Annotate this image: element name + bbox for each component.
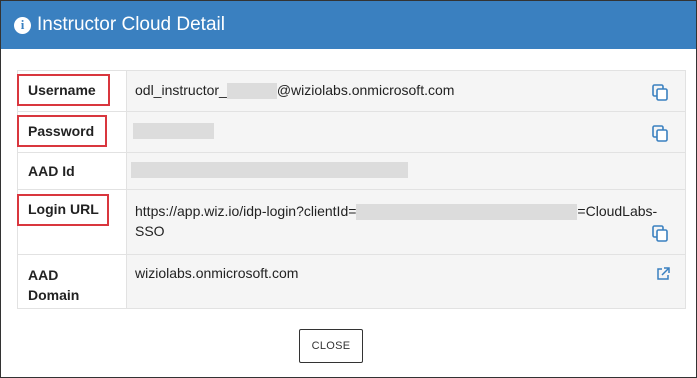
value-cell: wiziolabs.onmicrosoft.com: [126, 254, 686, 309]
label-cell: AAD Id: [17, 152, 127, 190]
username-value[interactable]: odl_instructor_ @wiziolabs.onmicrosoft.co…: [135, 82, 455, 100]
info-icon: i: [14, 16, 31, 34]
redacted-password: [133, 123, 214, 139]
highlight-box-password: [17, 115, 107, 147]
table-row-password: Password: [17, 111, 686, 153]
aad-id-label: AAD Id: [28, 163, 75, 179]
value-cell: https://app.wiz.io/idp-login?clientId= =C…: [126, 189, 686, 255]
highlight-box-login-url: [17, 194, 109, 226]
redacted-client-id: [356, 204, 578, 221]
table-row-username: Username odl_instructor_ @wiziolabs.onmic…: [17, 70, 686, 112]
value-cell: [126, 152, 686, 190]
copy-icon[interactable]: [652, 84, 670, 102]
external-link-icon[interactable]: [656, 267, 670, 281]
login-url-line2: SSO: [135, 223, 165, 239]
close-button[interactable]: CLOSE: [299, 329, 363, 363]
login-url-value[interactable]: https://app.wiz.io/idp-login?clientId= =C…: [135, 201, 657, 241]
dialog-title: Instructor Cloud Detail: [37, 14, 225, 35]
detail-table: Username odl_instructor_ @wiziolabs.onmic…: [17, 70, 686, 309]
label-cell: AAD Domain: [17, 254, 127, 309]
copy-icon[interactable]: [652, 125, 670, 143]
username-value-suffix: @wiziolabs.onmicrosoft.com: [276, 82, 455, 98]
login-url-prefix: https://app.wiz.io/idp-login?clientId=: [135, 203, 357, 219]
aad-domain-label: AAD Domain: [28, 265, 79, 305]
aad-domain-value: wiziolabs.onmicrosoft.com: [135, 265, 299, 281]
redacted-block: [226, 83, 277, 100]
username-value-prefix: odl_instructor_: [135, 82, 227, 98]
aad-domain-label-line2: Domain: [28, 287, 80, 303]
instructor-cloud-detail-dialog: i Instructor Cloud Detail Username odl_i…: [0, 0, 697, 378]
table-row-aad-domain: AAD Domain wiziolabs.onmicrosoft.com: [17, 254, 686, 309]
dialog-header: i Instructor Cloud Detail: [1, 1, 696, 49]
highlight-box-username: [17, 74, 110, 106]
login-url-suffix: =CloudLabs-: [577, 203, 658, 219]
redacted-aad-id: [131, 162, 408, 178]
value-cell: [126, 111, 686, 153]
copy-icon[interactable]: [652, 225, 670, 243]
table-row-login-url: Login URL https://app.wiz.io/idp-login?c…: [17, 189, 686, 255]
table-row-aad-id: AAD Id: [17, 152, 686, 190]
aad-domain-label-line1: AAD: [28, 267, 59, 283]
value-cell: odl_instructor_ @wiziolabs.onmicrosoft.co…: [126, 70, 686, 112]
